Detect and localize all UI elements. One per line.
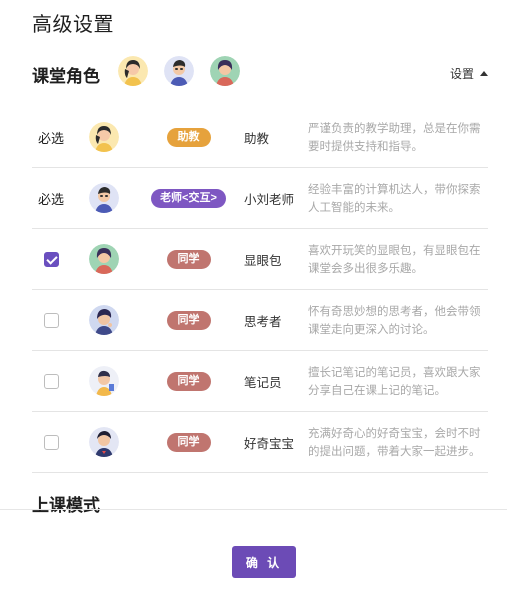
class-mode-title: 上课模式: [32, 496, 100, 515]
role-description: 怀有奇思妙想的思考者，他会带领课堂走向更深入的讨论。: [308, 306, 481, 336]
class-clown-avatar: [89, 244, 119, 274]
table-row: 同学 思考者 怀有奇思妙想的思考者，他会带领课堂走向更深入的讨论。: [32, 290, 488, 351]
role-badge: 同学: [166, 310, 211, 330]
footer-divider: [0, 509, 507, 510]
role-description: 经验丰富的计算机达人，带你探索人工智能的未来。: [308, 184, 481, 214]
dialog-title: 高级设置: [32, 14, 114, 36]
classroom-roles-title: 课堂角色: [32, 67, 100, 86]
required-label: 必选: [38, 191, 65, 207]
required-label: 必选: [38, 130, 65, 146]
role-checkbox[interactable]: [44, 373, 59, 389]
role-description: 擅长记笔记的笔记员，喜欢跟大家分享自己在课上记的笔记。: [308, 367, 481, 397]
role-badge: 同学: [166, 249, 211, 269]
role-name: 显眼包: [244, 253, 282, 268]
table-row: 必选 助教 助教 严谨负责的教学助理，总是在你需要时提供支持和指导。: [32, 107, 488, 168]
role-badge: 助教: [166, 127, 211, 147]
role-settings-toggle[interactable]: 设置: [450, 65, 488, 82]
classmate-avatar: [210, 56, 240, 86]
teaching-assistant-avatar: [118, 56, 148, 86]
table-row: 同学 显眼包 喜欢开玩笑的显眼包，有显眼包在课堂会多出很多乐趣。: [32, 229, 488, 290]
role-badge: 同学: [166, 432, 211, 452]
classroom-roles-header: 课堂角色 设置: [32, 56, 488, 90]
role-checkbox[interactable]: [44, 312, 59, 328]
roles-table: 必选 助教 助教 严谨负责的教学助理，总是在你需要时提供支持和指导。 必选 老师…: [32, 107, 488, 473]
role-description: 充满好奇心的好奇宝宝，会时不时的提出问题，带着大家一起进步。: [308, 428, 481, 458]
note-taker-avatar: [89, 366, 119, 396]
curious-student-avatar: [89, 427, 119, 457]
selected-role-avatars: [118, 56, 240, 86]
role-checkbox[interactable]: [44, 251, 59, 267]
role-name: 小刘老师: [244, 192, 295, 207]
role-name: 好奇宝宝: [244, 436, 295, 451]
teacher-avatar: [89, 183, 119, 213]
role-name: 笔记员: [244, 375, 282, 390]
role-description: 喜欢开玩笑的显眼包，有显眼包在课堂会多出很多乐趣。: [308, 245, 481, 275]
caret-up-icon: [480, 71, 488, 76]
role-checkbox[interactable]: [44, 434, 59, 450]
settings-label: 设置: [449, 67, 474, 81]
teacher-avatar: [164, 56, 194, 86]
table-row: 必选 老师<交互> 小刘老师 经验丰富的计算机达人，带你探索人工智能的未来。: [32, 168, 488, 229]
table-row: 同学 笔记员 擅长记笔记的笔记员，喜欢跟大家分享自己在课上记的笔记。: [32, 351, 488, 412]
thinker-avatar: [89, 305, 119, 335]
role-name: 思考者: [244, 314, 282, 329]
teaching-assistant-avatar: [89, 122, 119, 152]
table-row: 同学 好奇宝宝 充满好奇心的好奇宝宝，会时不时的提出问题，带着大家一起进步。: [32, 412, 488, 473]
role-badge: 老师<交互>: [151, 188, 226, 208]
confirm-button[interactable]: 确 认: [232, 546, 296, 578]
role-description: 严谨负责的教学助理，总是在你需要时提供支持和指导。: [308, 123, 481, 153]
role-badge: 同学: [166, 371, 211, 391]
role-name: 助教: [244, 131, 270, 146]
